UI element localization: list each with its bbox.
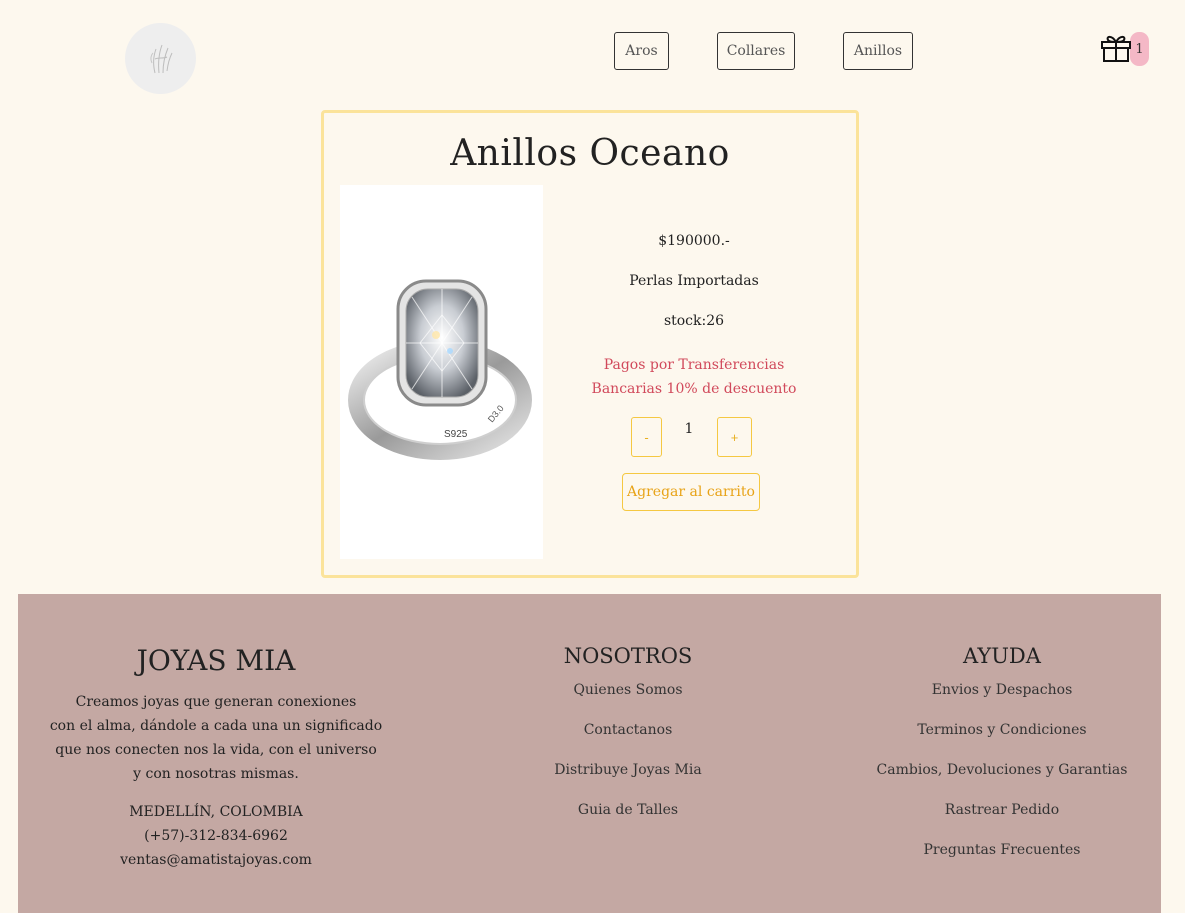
promo-line: Pagos por Transferencias — [603, 357, 785, 373]
footer-brand-title: JOYAS MIA — [136, 644, 296, 677]
nav-collares-button[interactable]: Collares — [717, 32, 795, 70]
description-line: y con nosotras mismas. — [133, 766, 299, 782]
product-price: $190000.- — [658, 233, 730, 249]
footer-link-cambios[interactable]: Cambios, Devoluciones y Garantias — [852, 762, 1152, 778]
promo-line: Bancarias 10% de descuento — [591, 381, 797, 397]
quantity-decrease-button[interactable]: - — [631, 417, 662, 457]
product-title: Anillos Oceano — [450, 133, 730, 174]
ring-engraving-d3: D3.0 — [486, 403, 506, 424]
quantity-increase-button[interactable]: + — [717, 417, 752, 457]
description-line: que nos conecten nos la vida, con el uni… — [55, 742, 377, 758]
footer-nosotros-title: NOSOTROS — [563, 644, 693, 668]
product-card: Anillos Oceano S925 D3.0 $190000.- Perla… — [321, 110, 859, 578]
site-header: Aros Collares Anillos 1 — [0, 0, 1185, 100]
ring-image: S925 D3.0 — [348, 279, 532, 460]
product-material: Perlas Importadas — [629, 273, 759, 289]
footer-link-contactanos[interactable]: Contactanos — [478, 722, 778, 738]
footer-link-distribuye[interactable]: Distribuye Joyas Mia — [478, 762, 778, 778]
quantity-value: 1 — [684, 421, 694, 437]
footer-link-terminos[interactable]: Terminos y Condiciones — [852, 722, 1152, 738]
nav-aros-button[interactable]: Aros — [614, 32, 669, 70]
footer-phone[interactable]: (+57)-312-834-6962 — [18, 828, 414, 844]
footer-link-envios[interactable]: Envios y Despachos — [852, 682, 1152, 698]
site-footer: JOYAS MIA Creamos joyas que generan cone… — [18, 594, 1161, 913]
cart-button[interactable]: 1 — [1100, 32, 1152, 68]
product-stock: stock:26 — [663, 313, 725, 329]
footer-link-quienes-somos[interactable]: Quienes Somos — [478, 682, 778, 698]
cart-count-badge: 1 — [1130, 32, 1149, 66]
hand-sketch-logo-icon — [149, 44, 172, 73]
add-to-cart-button[interactable]: Agregar al carrito — [622, 473, 760, 511]
description-line: con el alma, dándole a cada una un signi… — [49, 718, 383, 734]
footer-email[interactable]: ventas@amatistajoyas.com — [18, 852, 414, 868]
footer-brand-description: Creamos joyas que generan conexiones con… — [18, 690, 414, 786]
footer-link-guia-talles[interactable]: Guia de Talles — [478, 802, 778, 818]
description-line: Creamos joyas que generan conexiones — [75, 694, 357, 710]
product-image: S925 D3.0 — [340, 185, 543, 559]
brand-logo[interactable] — [125, 23, 196, 94]
payment-promo: Pagos por Transferencias Bancarias 10% d… — [584, 353, 804, 401]
ring-engraving-s925: S925 — [444, 429, 468, 440]
gift-icon — [1101, 35, 1131, 62]
footer-city: MEDELLÍN, COLOMBIA — [129, 804, 303, 820]
footer-link-rastrear[interactable]: Rastrear Pedido — [852, 802, 1152, 818]
nav-anillos-button[interactable]: Anillos — [843, 32, 913, 70]
footer-link-preguntas[interactable]: Preguntas Frecuentes — [852, 842, 1152, 858]
footer-ayuda-title: AYUDA — [963, 644, 1041, 668]
